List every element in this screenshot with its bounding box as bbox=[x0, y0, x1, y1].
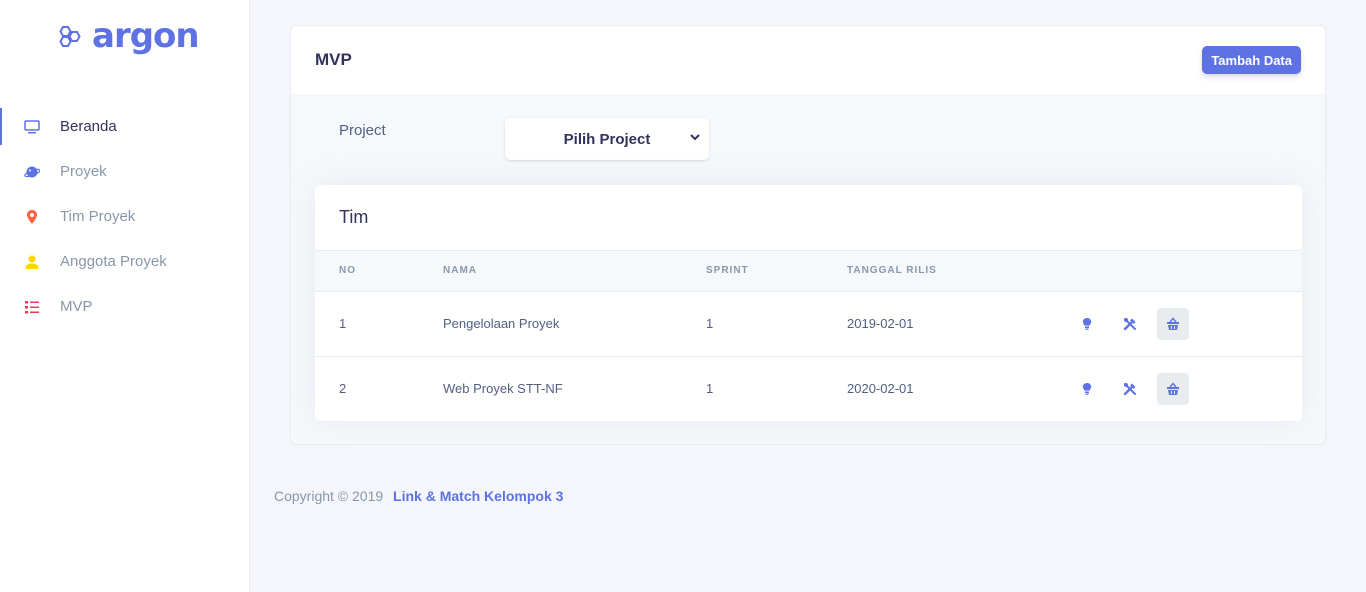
cell-no: 2 bbox=[339, 381, 347, 397]
cell-nama: Web Proyek STT-NF bbox=[443, 381, 563, 397]
cell-sprint: 1 bbox=[706, 381, 714, 397]
page-title: MVP bbox=[315, 50, 352, 69]
sidebar-nav: Beranda Proyek Tim Proyek Anggota Proyek… bbox=[0, 104, 250, 329]
table-row: 2 Web Proyek STT-NF 1 2020-02-01 bbox=[315, 356, 1302, 421]
footer-link[interactable]: Link & Match Kelompok 3 bbox=[393, 488, 563, 504]
pin-icon bbox=[24, 209, 40, 225]
card-header: MVP Tambah Data bbox=[291, 26, 1325, 94]
project-select-value: Pilih Project bbox=[563, 130, 651, 148]
basket-icon[interactable] bbox=[1157, 307, 1189, 340]
list-icon bbox=[24, 299, 40, 315]
sidebar-item-tim-proyek[interactable]: Tim Proyek bbox=[0, 194, 250, 239]
cell-tanggal: 2019-02-01 bbox=[847, 316, 914, 331]
table-header-row: No Nama Sprint Tanggal Rilis bbox=[315, 251, 1302, 292]
sidebar-item-beranda[interactable]: Beranda bbox=[0, 104, 250, 149]
tools-icon[interactable] bbox=[1114, 373, 1146, 405]
cell-tanggal: 2020-02-01 bbox=[847, 381, 914, 397]
bulb-icon[interactable] bbox=[1071, 373, 1103, 405]
basket-icon[interactable] bbox=[1157, 372, 1189, 405]
column-header-actions bbox=[1071, 251, 1302, 292]
team-table-card: Tim No Nama Sprint Tanggal Rilis 1 Penge… bbox=[315, 185, 1302, 421]
planet-icon bbox=[24, 164, 40, 180]
user-icon bbox=[24, 254, 40, 270]
sidebar-item-label: Anggota Proyek bbox=[60, 253, 167, 270]
sidebar-item-anggota-proyek[interactable]: Anggota Proyek bbox=[0, 239, 250, 284]
copyright-text: Copyright © 2019 bbox=[274, 488, 384, 504]
cell-nama: Pengelolaan Proyek bbox=[443, 316, 560, 331]
sidebar-item-label: Proyek bbox=[60, 163, 107, 180]
bulb-icon[interactable] bbox=[1071, 308, 1103, 340]
brand-logo[interactable]: argon bbox=[56, 14, 200, 58]
brand-name: argon bbox=[92, 16, 200, 56]
add-data-button[interactable]: Tambah Data bbox=[1202, 46, 1301, 74]
team-table: No Nama Sprint Tanggal Rilis 1 Pengelola… bbox=[315, 251, 1302, 421]
table-row: 1 Pengelolaan Proyek 1 2019-02-01 bbox=[315, 291, 1302, 356]
cell-actions bbox=[1071, 291, 1302, 356]
cell-sprint: 1 bbox=[706, 316, 714, 331]
column-header-sprint: Sprint bbox=[706, 251, 847, 292]
sidebar-item-proyek[interactable]: Proyek bbox=[0, 149, 250, 194]
mvp-card: MVP Tambah Data Project Pilih Project Ti… bbox=[290, 25, 1326, 445]
table-title: Tim bbox=[315, 185, 1302, 251]
cell-actions bbox=[1071, 356, 1302, 421]
cell-no: 1 bbox=[339, 316, 347, 331]
tools-icon[interactable] bbox=[1114, 308, 1146, 340]
sidebar: argon Beranda Proyek Tim Proyek Anggota … bbox=[0, 0, 250, 592]
sidebar-item-label: Beranda bbox=[60, 118, 117, 135]
sidebar-item-label: Tim Proyek bbox=[60, 208, 136, 225]
hexagons-icon bbox=[59, 26, 81, 47]
sidebar-item-mvp[interactable]: MVP bbox=[0, 284, 250, 329]
main-content: MVP Tambah Data Project Pilih Project Ti… bbox=[250, 0, 1366, 592]
footer: Copyright © 2019 Link & Match Kelompok 3 bbox=[274, 488, 563, 504]
column-header-nama: Nama bbox=[443, 251, 706, 292]
monitor-icon bbox=[24, 119, 40, 135]
project-filter-label: Project bbox=[339, 122, 386, 139]
sidebar-item-label: MVP bbox=[60, 298, 93, 315]
column-header-tanggal-rilis: Tanggal Rilis bbox=[847, 251, 1071, 292]
project-select[interactable]: Pilih Project bbox=[505, 118, 709, 160]
chevron-down-icon bbox=[690, 134, 700, 141]
column-header-no: No bbox=[315, 251, 443, 292]
